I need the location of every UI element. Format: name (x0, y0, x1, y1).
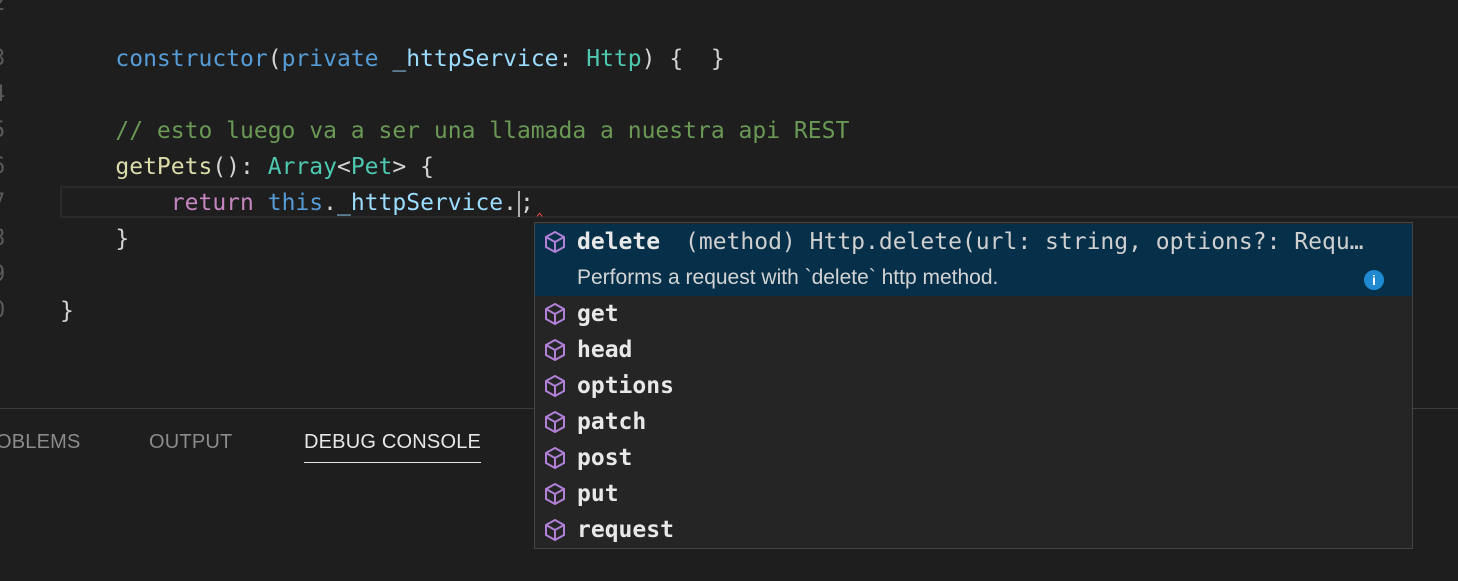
line-number: 7 (0, 185, 12, 221)
code-token: return (170, 190, 254, 216)
line-number: 3 (0, 41, 12, 77)
code-token: this (267, 190, 324, 216)
method-cube-icon (545, 230, 565, 254)
method-cube-icon (545, 518, 565, 542)
method-cube-icon (545, 302, 565, 326)
line-code: return this._httpService.; (60, 185, 534, 221)
suggestion-item-delete[interactable]: delete (method) Http.delete(url: string,… (535, 224, 1412, 296)
suggestion-item-head[interactable]: head (535, 332, 1412, 368)
suggestion-item-request[interactable]: request (535, 512, 1412, 548)
suggestion-label: patch (577, 409, 647, 435)
line-number: 9 (0, 257, 12, 293)
line-code: getPets(): Array<Pet> { (60, 149, 434, 185)
line-code: } (60, 293, 74, 329)
suggestion-item-post[interactable]: post (535, 440, 1412, 476)
line-code: } (60, 221, 129, 257)
suggestion-detail: (method) Http.delete(url: string, option… (685, 229, 1364, 255)
code-line[interactable]: 5 // esto luego va a ser una llamada a n… (0, 113, 1458, 149)
code-token: ) { } (641, 46, 725, 72)
code-token: } (60, 226, 130, 252)
code-token: ; (520, 190, 534, 216)
suggestion-item-patch[interactable]: patch (535, 404, 1412, 440)
suggestion-item-put[interactable]: put (535, 476, 1412, 512)
suggestion-documentation: Performs a request with `delete` http me… (577, 266, 999, 289)
code-token: : (558, 46, 587, 72)
code-line[interactable]: 7 return this._httpService.; (0, 185, 1458, 221)
code-token: Pet (350, 154, 393, 180)
code-token: private (281, 46, 379, 72)
code-token: (): (212, 154, 268, 180)
line-code: constructor(private _httpService: Http) … (60, 41, 725, 77)
method-cube-icon (545, 338, 565, 362)
line-number: 0 (0, 293, 12, 329)
line-number: 2 (0, 0, 12, 22)
suggestion-item-get[interactable]: get (535, 296, 1412, 332)
line-number: 8 (0, 221, 12, 257)
suggestion-label: put (577, 481, 619, 507)
tab-output[interactable]: OUTPUT (149, 431, 232, 454)
line-code: // esto luego va a ser una llamada a nue… (60, 113, 849, 149)
code-token: ( (267, 46, 282, 72)
code-token: . (323, 190, 337, 216)
method-cube-icon (545, 446, 565, 470)
code-token: } (60, 298, 74, 324)
info-icon[interactable]: i (1364, 270, 1384, 290)
code-line[interactable]: 2 (0, 0, 1458, 22)
code-token: . (503, 190, 518, 216)
suggestion-label: head (577, 337, 633, 363)
code-token: _httpService (378, 46, 559, 72)
code-token: Array (267, 154, 337, 180)
suggestion-label: get (577, 301, 619, 327)
method-cube-icon (545, 374, 565, 398)
suggest-widget: delete (method) Http.delete(url: string,… (534, 222, 1413, 549)
suggestion-label: delete (577, 229, 661, 255)
code-token: getPets (115, 154, 213, 180)
code-line[interactable]: 3 constructor(private _httpService: Http… (0, 41, 1458, 77)
line-number: 5 (0, 113, 12, 149)
suggestion-item-options[interactable]: options (535, 368, 1412, 404)
tab-debug-console[interactable]: DEBUG CONSOLE (304, 431, 482, 463)
code-line[interactable]: 6 getPets(): Array<Pet> { (0, 149, 1458, 185)
method-cube-icon (545, 482, 565, 506)
method-cube-icon (545, 410, 565, 434)
line-number: 4 (0, 77, 12, 113)
code-token: Http (586, 46, 642, 72)
code-token: constructor (115, 46, 268, 72)
code-token: // esto luego va a ser una llamada a nue… (115, 118, 850, 144)
code-token: < (336, 154, 351, 180)
suggestion-label: request (577, 517, 674, 543)
suggestion-label: post (577, 445, 633, 471)
tab-problems[interactable]: OBLEMS (0, 431, 81, 454)
suggestion-label: options (577, 373, 674, 399)
code-token: _httpService (336, 190, 504, 216)
line-number: 6 (0, 149, 12, 185)
code-line[interactable]: 4 (0, 77, 1458, 113)
code-token: > { (392, 154, 434, 180)
